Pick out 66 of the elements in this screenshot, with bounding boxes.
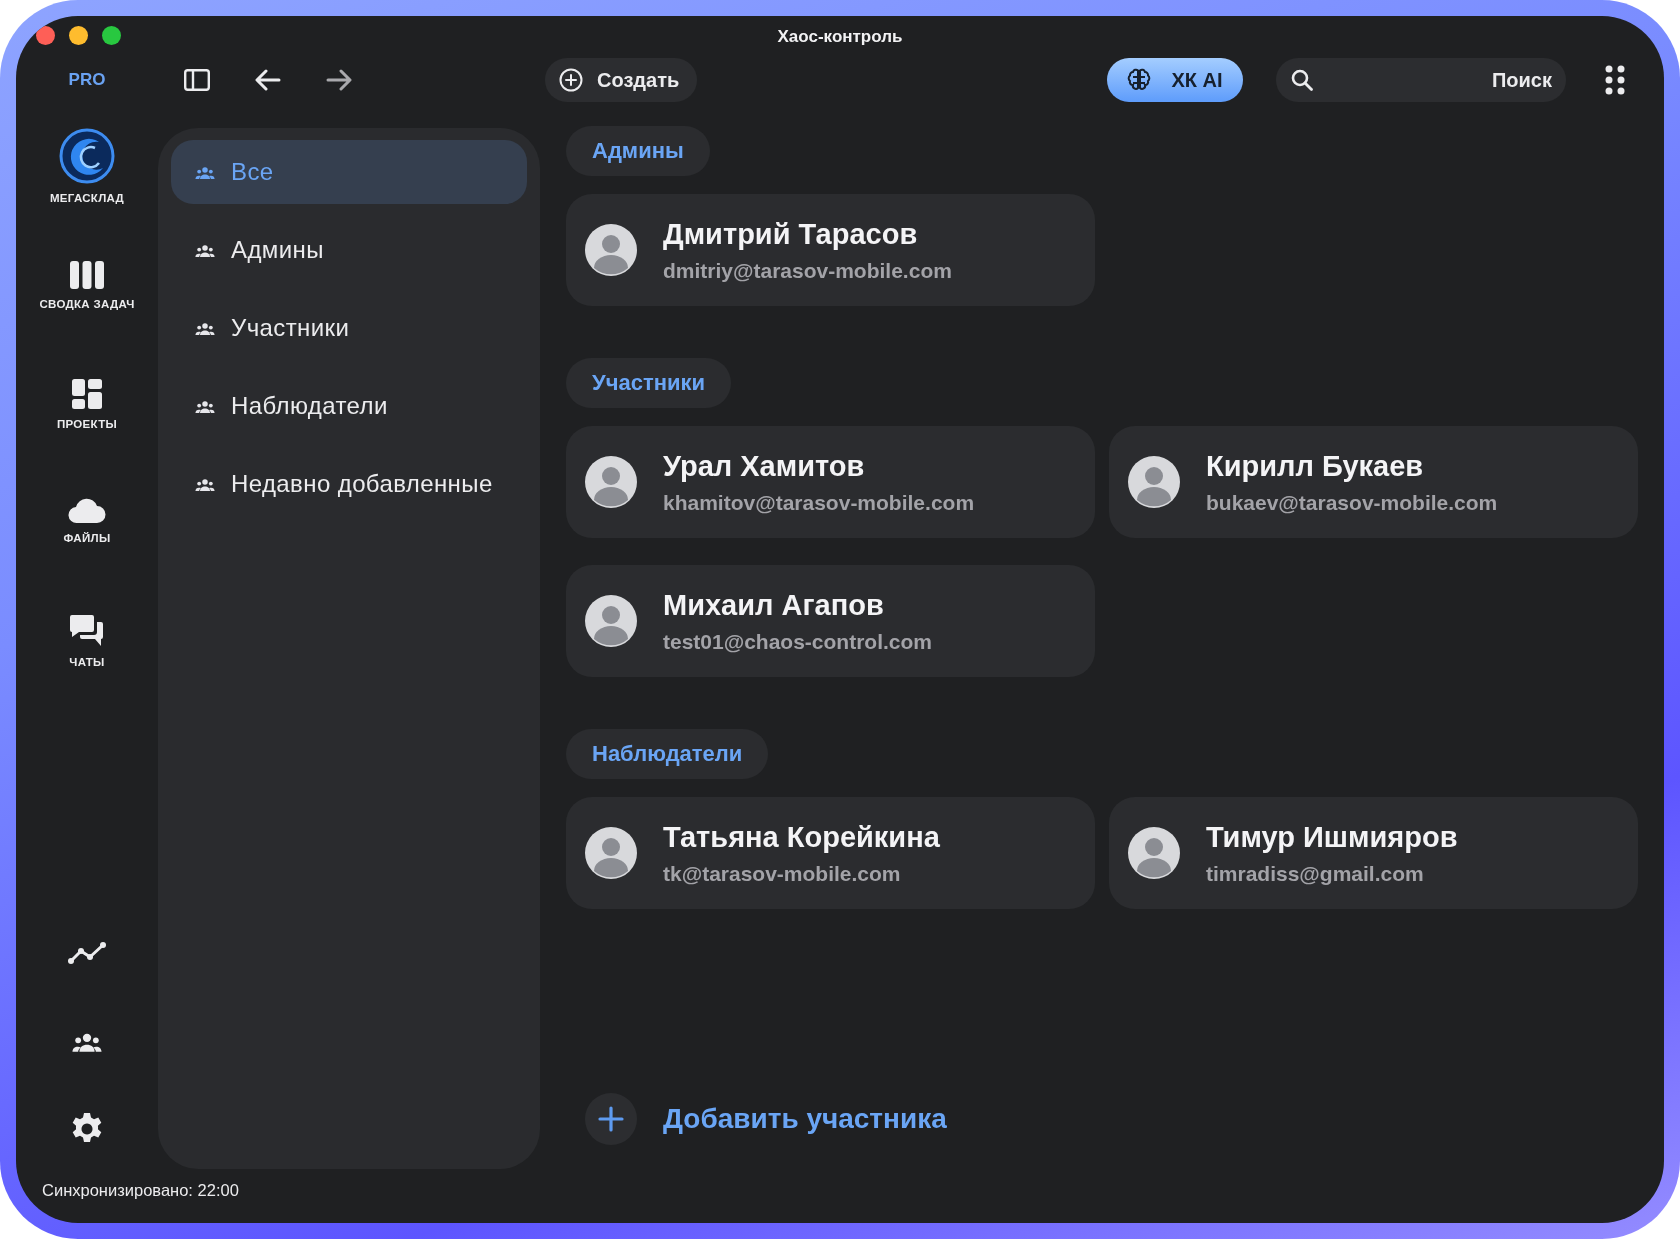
brain-icon [1127,68,1152,92]
nav-label[interactable]: ФАЙЛЫ [63,532,111,544]
plan-label: PRO [68,70,106,90]
minimize-button[interactable] [69,26,88,45]
close-button[interactable] [36,26,55,45]
chat-bubbles-icon[interactable] [69,614,105,648]
logo-icon [59,128,115,184]
apps-grid-icon[interactable] [1605,65,1625,95]
avatar-icon [585,224,637,276]
line-chart-icon[interactable] [68,942,106,964]
member-email: dmitriy@tarasov-mobile.com [663,258,952,283]
member-email: timradiss@gmail.com [1206,861,1425,886]
member-card[interactable]: Урал Хамитов khamitov@tarasov-mobile.com [566,426,1095,538]
member-email: khamitov@tarasov-mobile.com [663,490,975,515]
zoom-button[interactable] [102,26,121,45]
member-card[interactable]: Кирилл Букаев bukaev@tarasov-mobile.com [1109,426,1638,538]
people-icon [195,320,215,336]
cloud-icon[interactable] [68,496,106,524]
member-card[interactable]: Татьяна Корейкина tk@tarasov-mobile.com [566,797,1095,909]
member-name: Татьяна Корейкина [663,820,940,854]
sidebar-item[interactable]: Участники [171,296,527,360]
add-member-link[interactable]: Добавить участника [663,1103,947,1135]
member-name: Дмитрий Тарасов [663,217,919,251]
member-card[interactable]: Дмитрий Тарасов dmitriy@tarasov-mobile.com [566,194,1095,306]
search-field[interactable]: Поиск [1276,58,1566,102]
dashboard-icon[interactable] [71,378,103,410]
nav-label[interactable]: СВОДКА ЗАДАЧ [39,298,135,310]
nav-label: МЕГАСКЛАД [49,192,125,204]
member-name: Михаил Агапов [663,588,885,622]
member-email: bukaev@tarasov-mobile.com [1206,490,1498,515]
member-card[interactable]: Михаил Агапов test01@chaos-control.com [566,565,1095,677]
member-name: Кирилл Букаев [1206,449,1425,483]
sidebar-item[interactable]: Админы [171,218,527,282]
nav-label[interactable]: ПРОЕКТЫ [56,418,118,430]
people-icon [195,476,215,492]
member-name: Урал Хамитов [663,449,866,483]
people-icon [195,398,215,414]
search-icon [1290,68,1314,92]
people-icon [195,242,215,258]
member-email: tk@tarasov-mobile.com [663,861,902,886]
member-name: Тимур Ишмияров [1206,820,1458,854]
member-card[interactable]: Тимур Ишмияров timradiss@gmail.com [1109,797,1638,909]
plus-circle-icon [559,68,583,92]
avatar-icon [1128,456,1180,508]
back-arrow-icon[interactable] [255,69,281,91]
sidebar-item[interactable]: Недавно добавленные [171,452,527,516]
ai-button[interactable]: ХК AI [1107,58,1243,102]
people-icon [195,164,215,180]
member-email: test01@chaos-control.com [663,629,933,654]
sidebar-item[interactable]: Наблюдатели [171,374,527,438]
plus-button-icon[interactable] [585,1093,637,1145]
forward-arrow-icon[interactable] [326,69,352,91]
nav-label[interactable]: ЧАТЫ [69,656,105,668]
avatar-icon [585,595,637,647]
avatar-icon [585,827,637,879]
create-button[interactable]: Создать [545,58,698,102]
sidebar-item[interactable]: Все [171,140,527,204]
sync-status: Синхронизировано: 22:00 [41,1181,240,1201]
columns-icon[interactable] [69,260,105,290]
avatar-icon [1128,827,1180,879]
section-header: Участники [566,358,732,408]
section-header: Админы [566,126,710,176]
section-header: Наблюдатели [566,729,769,779]
window-title: Хаос-контроль [777,27,903,47]
avatar-icon [585,456,637,508]
sidebar-toggle-icon[interactable] [184,69,210,91]
